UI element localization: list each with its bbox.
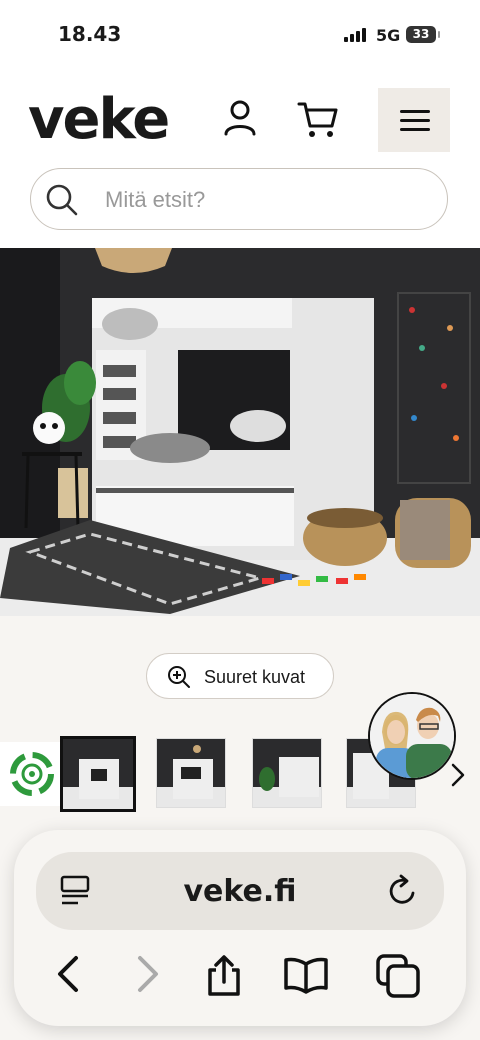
- tabs-icon[interactable]: [374, 954, 422, 998]
- search-bar[interactable]: [30, 168, 448, 230]
- large-images-button[interactable]: Suuret kuvat: [146, 653, 334, 699]
- zoom-in-icon: [168, 666, 190, 688]
- eco-badge-icon[interactable]: [0, 742, 64, 806]
- cart-icon[interactable]: [296, 98, 340, 142]
- thumbnail-2[interactable]: [156, 738, 226, 808]
- user-icon[interactable]: [220, 98, 260, 142]
- share-icon[interactable]: [204, 954, 244, 998]
- reload-icon[interactable]: [386, 874, 420, 908]
- status-bar: 18.43 5G 33: [0, 0, 480, 70]
- search-input[interactable]: [103, 181, 427, 219]
- status-time: 18.43: [58, 22, 122, 46]
- address-bar[interactable]: veke.fi: [36, 852, 444, 930]
- browser-toolbar: veke.fi: [14, 830, 466, 1026]
- thumbnail-3[interactable]: [252, 738, 322, 808]
- veke-logo[interactable]: veke: [28, 88, 170, 152]
- bookmarks-icon[interactable]: [282, 954, 330, 994]
- large-images-label: Suuret kuvat: [204, 667, 306, 687]
- network-label: 5G: [376, 26, 401, 45]
- signal-icon: [344, 28, 368, 42]
- forward-icon[interactable]: [134, 954, 162, 994]
- thumbnail-1[interactable]: [60, 736, 136, 812]
- search-icon: [46, 184, 78, 216]
- customer-service-avatar[interactable]: [368, 692, 456, 780]
- back-icon[interactable]: [54, 954, 82, 994]
- chevron-right-icon[interactable]: [448, 762, 468, 788]
- menu-button[interactable]: [378, 88, 450, 152]
- menu-icon: [400, 110, 430, 113]
- product-image[interactable]: [0, 248, 480, 616]
- site-header: veke: [0, 70, 480, 248]
- url-text: veke.fi: [183, 874, 297, 909]
- battery-icon: 33: [406, 26, 440, 43]
